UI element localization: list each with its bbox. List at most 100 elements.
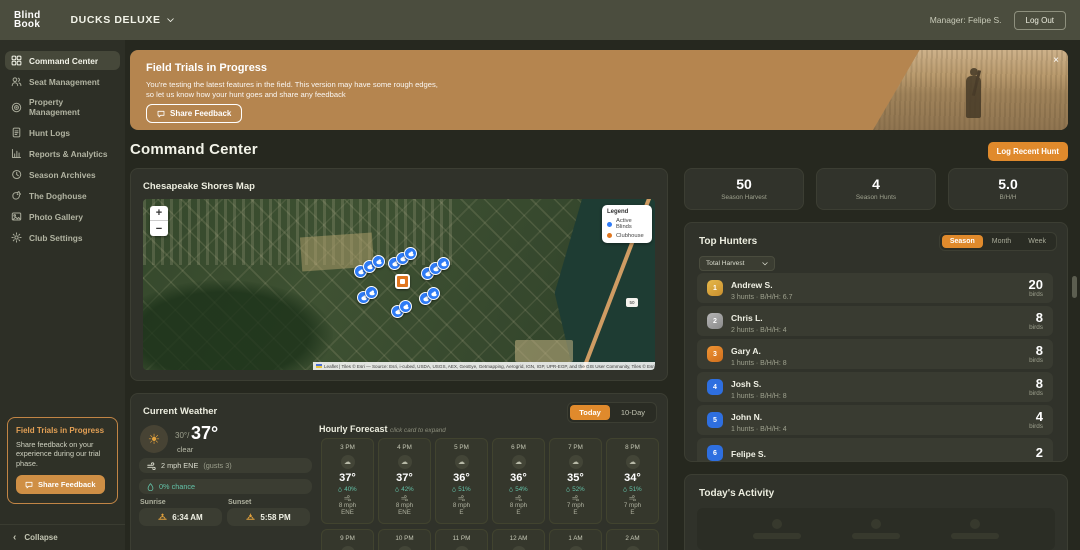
logout-button[interactable]: Log Out [1013,10,1066,30]
today-tab[interactable]: Today [570,405,610,420]
trial-card-body: Share feedback on your experience during… [16,439,101,468]
precip-value: 0% chance [159,482,196,491]
hour-card-12am[interactable]: 12 AM☁ [492,529,545,550]
sidebar-item-club-settings[interactable]: Club Settings [5,228,120,247]
hunter-silhouette [966,68,982,118]
sidebar-item-the-doghouse[interactable]: The Doghouse [5,186,120,205]
sidebar-item-season-archives[interactable]: Season Archives [5,165,120,184]
hour-card-6pm[interactable]: 6 PM ☁ 36° 54% 8 mph E [492,438,545,524]
hunter-row-2[interactable]: 2 Chris L. 2 hunts · B/H/H: 4 8 birds [697,306,1053,336]
duck-icon [431,291,437,297]
zoom-in-button[interactable]: + [150,206,168,221]
blind-marker[interactable] [399,300,412,313]
page-title: Command Center [130,141,258,158]
droplet-icon [509,487,513,492]
logo-line-2: Book [14,19,41,30]
hour-card-10pm[interactable]: 10 PM☁ [378,529,431,550]
tab-month[interactable]: Month [984,235,1019,248]
todays-activity-card: Today's Activity [684,474,1068,550]
banner-share-feedback-button[interactable]: Share Feedback [146,104,243,123]
banner-line-1: You're testing the latest features in th… [146,80,438,89]
harvest-filter-select[interactable]: Total Harvest [699,256,775,271]
hour-card-2am[interactable]: 2 AM☁ [606,529,659,550]
blind-marker[interactable] [372,255,385,268]
activity-ghost-item [951,519,1000,539]
tab-season[interactable]: Season [941,235,983,248]
zoom-out-button[interactable]: − [150,221,168,236]
collapse-label: Collapse [24,533,58,542]
share-feedback-button[interactable]: Share Feedback [16,475,105,494]
activity-ghost-item [752,519,801,539]
clubhouse-marker[interactable] [395,274,410,289]
hour-card-11pm[interactable]: 11 PM☁ [435,529,488,550]
hourly-forecast-hint: click card to expand [390,427,446,434]
blue-dot-icon [607,221,612,227]
tab-week[interactable]: Week [1020,235,1054,248]
sidebar-item-photo-gallery[interactable]: Photo Gallery [5,207,120,226]
stat-bhh: 5.0 B/H/H [948,168,1068,210]
field-trials-banner: × Field Trials in Progress You're testin… [130,50,1068,130]
legend-item-active-blinds: Active Blinds [607,218,647,230]
top-hunters-card: Top Hunters Season Month Week Total Harv… [684,222,1068,462]
sidebar-item-label: Command Center [29,55,99,66]
wind-icon [572,495,579,501]
hour-card-5pm[interactable]: 5 PM ☁ 36° 51% 8 mph E [435,438,488,524]
sidebar-nav: Command Center Seat Management Property … [0,40,125,247]
blind-marker[interactable] [404,247,417,260]
sidebar-item-property-management[interactable]: Property Management [5,93,120,121]
sidebar-item-seat-management[interactable]: Seat Management [5,72,120,91]
page-scrollbar-thumb[interactable] [1072,276,1077,298]
close-icon[interactable]: × [1053,55,1059,66]
blind-marker[interactable] [427,287,440,300]
blind-marker[interactable] [437,257,450,270]
club-selector[interactable]: DUCKS DELUXE [71,14,174,26]
sidebar-item-label: Seat Management [29,76,100,87]
sunrise-label: Sunrise [140,499,166,506]
history-icon [11,169,22,180]
sidebar-item-reports-analytics[interactable]: Reports & Analytics [5,144,120,163]
bar-chart-icon [11,148,22,159]
sidebar-item-label: Season Archives [29,169,96,180]
photo-icon [11,211,22,222]
duck-icon [369,290,375,296]
cloud-icon: ☁ [625,455,640,469]
sun-icon: ☀ [140,425,168,453]
cloud-icon: ☁ [340,546,355,550]
wind-gusts: (gusts 3) [203,461,232,470]
hour-card-3pm[interactable]: 3 PM ☁ 37° 40% 8 mph ENE [321,438,374,524]
hour-card-4pm[interactable]: 4 PM ☁ 37° 42% 8 mph ENE [378,438,431,524]
hunter-row-5[interactable]: 5 John N. 1 hunts · B/H/H: 4 4 birds [697,405,1053,435]
collapse-button[interactable]: ‹ Collapse [0,524,125,550]
activity-ghost-item [851,519,900,539]
satellite-map[interactable]: 50 + − Legend Active Blinds Clubhouse Le… [143,199,655,370]
droplet-icon [566,487,570,492]
ten-day-tab[interactable]: 10-Day [612,405,654,420]
hunter-row-4[interactable]: 4 Josh S. 1 hunts · B/H/H: 8 8 birds [697,372,1053,402]
rank-badge: 5 [707,412,723,428]
sidebar-item-label: Hunt Logs [29,127,71,138]
gear-icon [11,232,22,243]
hour-card-9pm[interactable]: 9 PM☁ [321,529,374,550]
hunter-row-3[interactable]: 3 Gary A. 1 hunts · B/H/H: 8 8 birds [697,339,1053,369]
rank-badge: 2 [707,313,723,329]
speech-bubble-icon [25,481,33,488]
blind-marker[interactable] [365,286,378,299]
sidebar-item-hunt-logs[interactable]: Hunt Logs [5,123,120,142]
sidebar-item-command-center[interactable]: Command Center [5,51,120,70]
hunter-row-1[interactable]: 1 Andrew S. 3 hunts · B/H/H: 6.7 20 birds [697,273,1053,303]
rank-badge: 1 [707,280,723,296]
app-window: Blind Book DUCKS DELUXE Manager: Felipe … [0,0,1080,550]
wind-icon [147,461,156,470]
hunter-row-6[interactable]: 6 Felipe S. 2 [697,438,1053,461]
log-recent-hunt-button[interactable]: Log Recent Hunt [987,142,1068,161]
hour-card-1am[interactable]: 1 AM☁ [549,529,602,550]
topbar: Blind Book DUCKS DELUXE Manager: Felipe … [0,0,1080,40]
map-marina [515,340,573,362]
hourly-forecast-row-2: 9 PM☁ 10 PM☁ 11 PM☁ 12 AM☁ 1 AM☁ 2 AM☁ [321,529,659,550]
todays-activity-title: Today's Activity [699,488,775,499]
banner-title: Field Trials in Progress [146,62,268,74]
duck-icon [408,251,414,257]
sidebar-item-label: Property Management [29,97,80,117]
hour-card-8pm[interactable]: 8 PM ☁ 34° 51% 7 mph E [606,438,659,524]
hour-card-7pm[interactable]: 7 PM ☁ 35° 52% 7 mph E [549,438,602,524]
